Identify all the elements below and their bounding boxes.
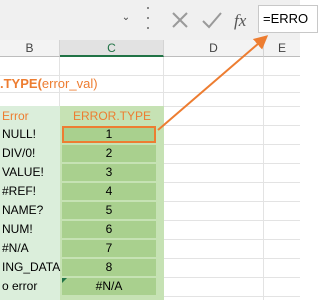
table-row: DIV/0! 2: [0, 144, 300, 163]
gridline: [0, 92, 300, 93]
error-cell[interactable]: o error: [2, 277, 37, 296]
result-cell[interactable]: #N/A: [62, 278, 156, 295]
table-row: VALUE! 3: [0, 163, 300, 182]
result-cell-active[interactable]: 1: [62, 126, 156, 143]
enter-button[interactable]: [199, 6, 225, 34]
result-cell[interactable]: 3: [62, 164, 156, 181]
table-row: NUM! 6: [0, 220, 300, 239]
function-name-text: .TYPE(: [0, 76, 42, 91]
error-cell[interactable]: DIV/0!: [2, 144, 35, 163]
column-header-e[interactable]: E: [264, 40, 300, 57]
table-row: NAME? 5: [0, 201, 300, 220]
insert-function-button[interactable]: fx: [230, 6, 256, 34]
column-header-c[interactable]: C: [60, 40, 164, 57]
error-cell[interactable]: #REF!: [2, 182, 36, 201]
argument-text: error_val): [41, 76, 98, 91]
error-cell[interactable]: ING_DATA: [2, 258, 60, 277]
column-header-b[interactable]: B: [0, 40, 60, 57]
result-cell[interactable]: 8: [62, 259, 156, 276]
table-row: NULL! 1: [0, 125, 300, 144]
result-cell[interactable]: 5: [62, 202, 156, 219]
table-row: #REF! 4: [0, 182, 300, 201]
table-header-error-type[interactable]: ERROR.TYPE: [60, 108, 164, 125]
result-cell[interactable]: 2: [62, 145, 156, 162]
name-box-dropdown-icon[interactable]: ⌄: [120, 11, 132, 25]
table-row: o error #N/A: [0, 277, 300, 296]
result-cell[interactable]: 6: [62, 221, 156, 238]
cancel-button[interactable]: [168, 6, 194, 34]
close-icon: [172, 12, 188, 28]
error-cell[interactable]: VALUE!: [2, 163, 44, 182]
checkmark-icon: [202, 12, 222, 29]
table-row: #N/A 7: [0, 239, 300, 258]
formula-input[interactable]: =ERRO: [258, 5, 318, 33]
table-row: ING_DATA 8: [0, 258, 300, 277]
svg-text:fx: fx: [234, 11, 247, 30]
error-cell[interactable]: NAME?: [2, 201, 43, 220]
error-indicator-icon[interactable]: [62, 278, 67, 283]
formula-bar-splitter[interactable]: [146, 7, 149, 29]
error-cell[interactable]: NUM!: [2, 220, 33, 239]
error-cell[interactable]: #N/A: [2, 239, 29, 258]
result-cell[interactable]: 4: [62, 183, 156, 200]
table-header-error[interactable]: Error: [0, 108, 62, 125]
column-header-d[interactable]: D: [164, 40, 264, 57]
formula-bar: ⌄ fx =ERRO: [0, 0, 318, 40]
result-cell[interactable]: 7: [62, 240, 156, 257]
error-cell[interactable]: NULL!: [2, 125, 36, 144]
formula-syntax-label: .TYPE(error_val): [0, 76, 98, 91]
function-icon: fx: [234, 11, 247, 30]
